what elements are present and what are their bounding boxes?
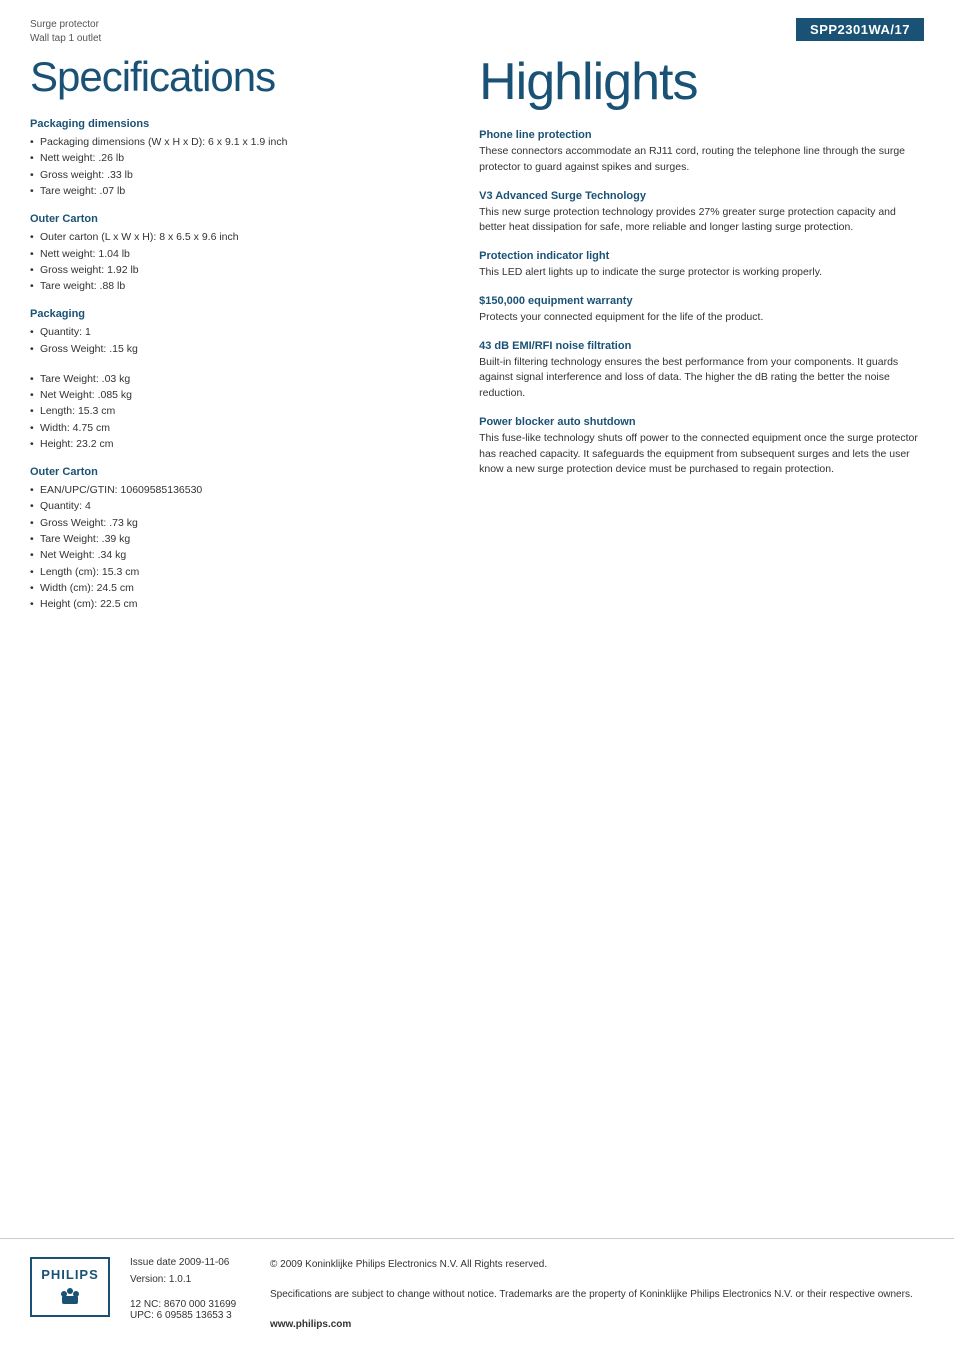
list-item: Quantity: 1 <box>30 324 439 340</box>
highlight-warranty-title: $150,000 equipment warranty <box>479 295 924 307</box>
disclaimer: Specifications are subject to change wit… <box>270 1287 924 1302</box>
issue-date: Issue date 2009-11-06 <box>130 1257 250 1268</box>
list-item: Gross Weight: .73 kg <box>30 515 439 531</box>
packaging-dimensions-list: Packaging dimensions (W x H x D): 6 x 9.… <box>30 134 439 199</box>
highlight-power-blocker-text: This fuse-like technology shuts off powe… <box>479 431 924 478</box>
philips-logo: PHILIPS <box>30 1257 110 1317</box>
highlight-emi-text: Built-in filtering technology ensures th… <box>479 355 924 402</box>
highlight-v3: V3 Advanced Surge Technology This new su… <box>479 190 924 237</box>
highlight-v3-text: This new surge protection technology pro… <box>479 205 924 237</box>
copyright: © 2009 Koninklijke Philips Electronics N… <box>270 1257 924 1272</box>
footer-right: © 2009 Koninklijke Philips Electronics N… <box>270 1257 924 1332</box>
list-item: Width (cm): 24.5 cm <box>30 580 439 596</box>
list-item: Length: 15.3 cm <box>30 403 439 419</box>
highlight-phone-line-text: These connectors accommodate an RJ11 cor… <box>479 144 924 176</box>
list-item: Gross weight: 1.92 lb <box>30 262 439 278</box>
packaging-section: Packaging Quantity: 1 Gross Weight: .15 … <box>30 308 439 357</box>
packaging-title: Packaging <box>30 308 439 320</box>
philips-emblem-icon <box>54 1286 86 1308</box>
list-item: Tare Weight: .39 kg <box>30 531 439 547</box>
highlight-v3-title: V3 Advanced Surge Technology <box>479 190 924 202</box>
product-type: Surge protector <box>30 18 101 32</box>
packaging-list: Quantity: 1 Gross Weight: .15 kg <box>30 324 439 357</box>
outer-carton-right-list: EAN/UPC/GTIN: 10609585136530 Quantity: 4… <box>30 482 439 612</box>
product-code: SPP2301WA/17 <box>796 18 924 41</box>
list-item: Tare Weight: .03 kg <box>30 371 439 387</box>
page-footer: PHILIPS Issue date 2009-11-06 Version: 1… <box>0 1238 954 1350</box>
list-item: Quantity: 4 <box>30 498 439 514</box>
philips-logo-box: PHILIPS <box>30 1257 110 1317</box>
list-item: Tare weight: .88 lb <box>30 278 439 294</box>
list-item: Net Weight: .085 kg <box>30 387 439 403</box>
highlight-protection-light-title: Protection indicator light <box>479 250 924 262</box>
highlight-protection-light-text: This LED alert lights up to indicate the… <box>479 265 924 281</box>
highlight-warranty: $150,000 equipment warranty Protects you… <box>479 295 924 326</box>
inner-package-list: Tare Weight: .03 kg Net Weight: .085 kg … <box>30 371 439 452</box>
list-item: Outer carton (L x W x H): 8 x 6.5 x 9.6 … <box>30 229 439 245</box>
list-item: Width: 4.75 cm <box>30 420 439 436</box>
footer-info: Issue date 2009-11-06 Version: 1.0.1 12 … <box>130 1257 250 1321</box>
version: Version: 1.0.1 <box>130 1274 250 1285</box>
specs-title: Specifications <box>30 54 439 100</box>
upc-number: UPC: 6 09585 13653 3 <box>130 1310 250 1321</box>
list-item: Length (cm): 15.3 cm <box>30 564 439 580</box>
list-item: Height (cm): 22.5 cm <box>30 596 439 612</box>
outer-carton-list: Outer carton (L x W x H): 8 x 6.5 x 9.6 … <box>30 229 439 294</box>
list-item: Tare weight: .07 lb <box>30 183 439 199</box>
product-subtype: Wall tap 1 outlet <box>30 32 101 46</box>
outer-carton-right-title: Outer Carton <box>30 466 439 478</box>
list-item: Nett weight: 1.04 lb <box>30 246 439 262</box>
list-item: Nett weight: .26 lb <box>30 150 439 166</box>
product-info: Surge protector Wall tap 1 outlet <box>30 18 101 46</box>
main-content: Specifications Packaging dimensions Pack… <box>0 46 954 626</box>
list-item: Net Weight: .34 kg <box>30 547 439 563</box>
highlights-column: Highlights Phone line protection These c… <box>459 46 924 626</box>
website: www.philips.com <box>270 1317 924 1332</box>
highlight-warranty-text: Protects your connected equipment for th… <box>479 310 924 326</box>
outer-carton-right-section: Outer Carton EAN/UPC/GTIN: 1060958513653… <box>30 466 439 612</box>
list-item: Gross Weight: .15 kg <box>30 341 439 357</box>
packaging-dimensions-title: Packaging dimensions <box>30 118 439 130</box>
highlight-power-blocker: Power blocker auto shutdown This fuse-li… <box>479 416 924 478</box>
list-item: EAN/UPC/GTIN: 10609585136530 <box>30 482 439 498</box>
highlight-protection-light: Protection indicator light This LED aler… <box>479 250 924 281</box>
highlight-phone-line-title: Phone line protection <box>479 129 924 141</box>
outer-carton-title: Outer Carton <box>30 213 439 225</box>
page-wrapper: Surge protector Wall tap 1 outlet SPP230… <box>0 0 954 1350</box>
specifications-column: Specifications Packaging dimensions Pack… <box>30 46 459 626</box>
list-item: Gross weight: .33 lb <box>30 167 439 183</box>
packaging-dimensions-section: Packaging dimensions Packaging dimension… <box>30 118 439 199</box>
highlight-emi: 43 dB EMI/RFI noise filtration Built-in … <box>479 340 924 402</box>
highlight-phone-line: Phone line protection These connectors a… <box>479 129 924 176</box>
inner-package-section: Tare Weight: .03 kg Net Weight: .085 kg … <box>30 371 439 452</box>
list-item: Packaging dimensions (W x H x D): 6 x 9.… <box>30 134 439 150</box>
page-header: Surge protector Wall tap 1 outlet SPP230… <box>0 0 954 46</box>
philips-brand-name: PHILIPS <box>41 1267 99 1282</box>
highlight-power-blocker-title: Power blocker auto shutdown <box>479 416 924 428</box>
highlight-emi-title: 43 dB EMI/RFI noise filtration <box>479 340 924 352</box>
list-item: Height: 23.2 cm <box>30 436 439 452</box>
highlights-title: Highlights <box>479 54 924 111</box>
outer-carton-section: Outer Carton Outer carton (L x W x H): 8… <box>30 213 439 294</box>
nc-number: 12 NC: 8670 000 31699 <box>130 1299 250 1310</box>
